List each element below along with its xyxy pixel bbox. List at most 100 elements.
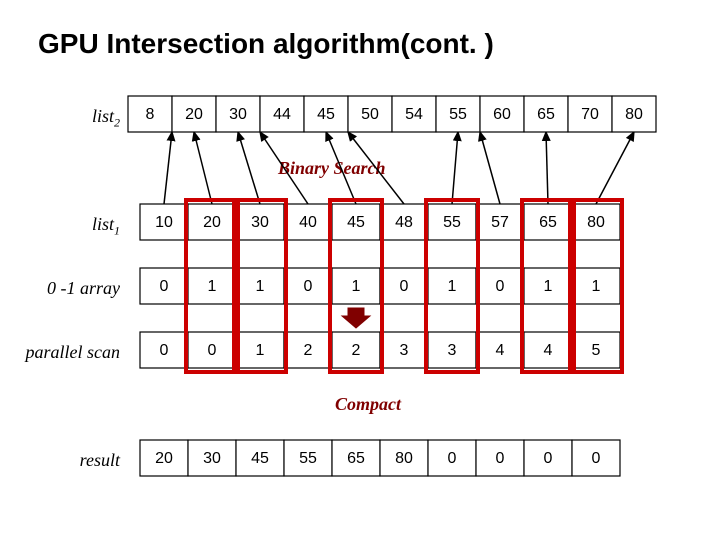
zero-one-cell	[428, 268, 476, 304]
result-cell	[284, 440, 332, 476]
svg-text:0: 0	[304, 278, 313, 295]
parallel-scan-cell	[188, 332, 236, 368]
svg-text:45: 45	[251, 450, 269, 467]
result-cell	[524, 440, 572, 476]
svg-text:1: 1	[256, 342, 265, 359]
list1-cell	[524, 204, 572, 240]
svg-text:4: 4	[544, 342, 553, 359]
svg-text:3: 3	[448, 342, 457, 359]
svg-text:3: 3	[400, 342, 409, 359]
svg-text:54: 54	[405, 106, 423, 123]
result-cell	[380, 440, 428, 476]
result-cell	[476, 440, 524, 476]
svg-text:40: 40	[299, 214, 317, 231]
svg-text:2: 2	[304, 342, 313, 359]
svg-text:2: 2	[352, 342, 361, 359]
svg-text:1: 1	[448, 278, 457, 295]
svg-text:55: 55	[443, 214, 461, 231]
zero-one-cell	[332, 268, 380, 304]
list2-cell	[436, 96, 480, 132]
result-cell	[140, 440, 188, 476]
list1-cell	[572, 204, 620, 240]
zero-one-cell	[476, 268, 524, 304]
list2-cell	[304, 96, 348, 132]
svg-text:10: 10	[155, 214, 173, 231]
result-cell	[572, 440, 620, 476]
svg-text:1: 1	[256, 278, 265, 295]
svg-text:1: 1	[592, 278, 601, 295]
svg-text:60: 60	[493, 106, 511, 123]
parallel-scan-cell	[476, 332, 524, 368]
svg-text:0: 0	[448, 450, 457, 467]
parallel-scan-cell	[524, 332, 572, 368]
svg-text:1: 1	[544, 278, 553, 295]
zero-one-cell	[572, 268, 620, 304]
result-cell	[236, 440, 284, 476]
list1-cell	[332, 204, 380, 240]
svg-text:30: 30	[229, 106, 247, 123]
parallel-scan-cell	[140, 332, 188, 368]
zero-one-cell	[236, 268, 284, 304]
label-list1: list1	[48, 214, 120, 239]
svg-text:1: 1	[352, 278, 361, 295]
parallel-scan-cell	[284, 332, 332, 368]
svg-text:0: 0	[496, 450, 505, 467]
svg-text:0: 0	[208, 342, 217, 359]
svg-text:8: 8	[146, 106, 155, 123]
annotation-binary-search: Binary Search	[278, 158, 386, 179]
parallel-scan-cell	[332, 332, 380, 368]
list1-cell	[380, 204, 428, 240]
svg-text:20: 20	[185, 106, 203, 123]
svg-text:30: 30	[251, 214, 269, 231]
list2-cell	[216, 96, 260, 132]
svg-text:45: 45	[317, 106, 335, 123]
label-result: result	[48, 450, 120, 471]
result-cell	[428, 440, 476, 476]
svg-text:55: 55	[449, 106, 467, 123]
svg-text:0: 0	[496, 278, 505, 295]
svg-text:44: 44	[273, 106, 291, 123]
svg-text:0: 0	[592, 450, 601, 467]
parallel-scan-cell	[236, 332, 284, 368]
zero-one-cell	[188, 268, 236, 304]
list2-cell	[524, 96, 568, 132]
svg-text:20: 20	[155, 450, 173, 467]
label-parallel-scan: parallel scan	[10, 342, 120, 363]
down-arrow-icon	[342, 308, 370, 328]
svg-text:5: 5	[592, 342, 601, 359]
list1-cell	[140, 204, 188, 240]
result-cell	[332, 440, 380, 476]
svg-text:55: 55	[299, 450, 317, 467]
svg-text:45: 45	[347, 214, 365, 231]
svg-text:0: 0	[160, 342, 169, 359]
list2-cell	[568, 96, 612, 132]
svg-text:70: 70	[581, 106, 599, 123]
svg-text:57: 57	[491, 214, 509, 231]
list1-cell	[284, 204, 332, 240]
list2-cell	[348, 96, 392, 132]
list1-cell	[428, 204, 476, 240]
svg-text:80: 80	[625, 106, 643, 123]
svg-text:0: 0	[160, 278, 169, 295]
list2-cell	[392, 96, 436, 132]
list1-cell	[476, 204, 524, 240]
svg-text:0: 0	[400, 278, 409, 295]
zero-one-cell	[524, 268, 572, 304]
svg-text:65: 65	[539, 214, 557, 231]
svg-text:48: 48	[395, 214, 413, 231]
svg-text:65: 65	[537, 106, 555, 123]
svg-text:0: 0	[544, 450, 553, 467]
list1-cell	[236, 204, 284, 240]
slide-title: GPU Intersection algorithm(cont. )	[38, 28, 494, 60]
list2-cell	[172, 96, 216, 132]
svg-text:4: 4	[496, 342, 505, 359]
zero-one-cell	[140, 268, 188, 304]
svg-text:1: 1	[208, 278, 217, 295]
list2-cell	[260, 96, 304, 132]
label-list2: list2	[48, 106, 120, 131]
svg-text:80: 80	[395, 450, 413, 467]
list1-cell	[188, 204, 236, 240]
zero-one-cell	[284, 268, 332, 304]
svg-text:65: 65	[347, 450, 365, 467]
svg-text:80: 80	[587, 214, 605, 231]
